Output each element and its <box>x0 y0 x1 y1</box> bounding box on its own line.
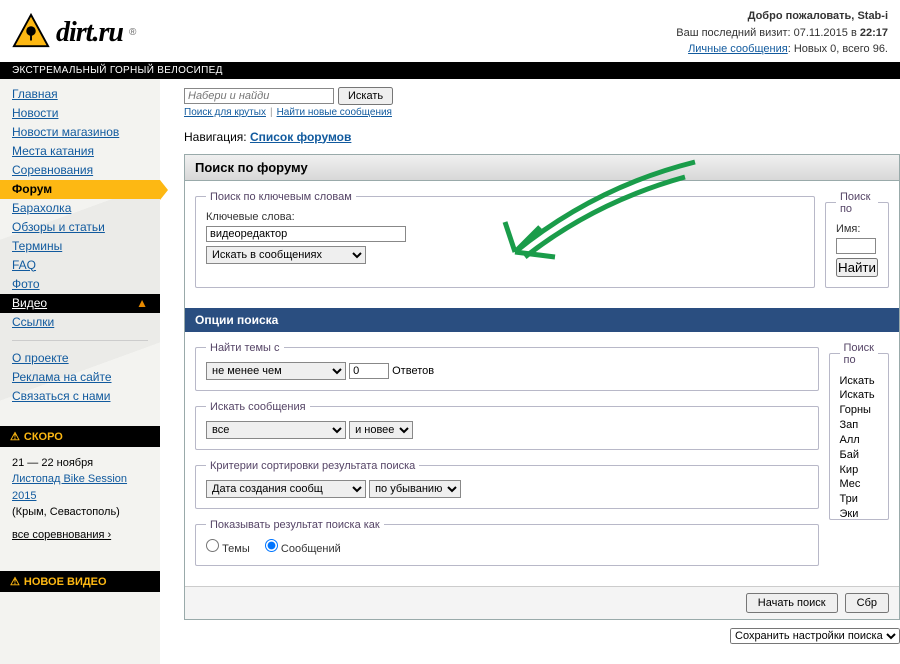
nav-news[interactable]: Новости <box>0 104 160 123</box>
nav-video[interactable]: Видео▲ <box>0 294 160 313</box>
warning-triangle-icon <box>12 12 50 53</box>
nav-faq[interactable]: FAQ <box>0 256 160 275</box>
divider <box>12 340 148 341</box>
nav-terms[interactable]: Термины <box>0 237 160 256</box>
advanced-search-link[interactable]: Поиск для крутых <box>184 107 266 118</box>
search-in-select[interactable]: Искать в сообщениях <box>206 246 366 264</box>
save-prefs-select[interactable]: Сохранить настройки поиска <box>730 628 900 644</box>
username-input[interactable] <box>836 238 876 254</box>
options-bar: Опции поиска <box>185 308 899 332</box>
forum-list-link[interactable]: Список форумов <box>250 130 351 144</box>
show-messages-radio[interactable] <box>265 539 278 552</box>
warning-icon: ⚠ <box>10 431 20 443</box>
keywords-fieldset: Поиск по ключевым словам Ключевые слова:… <box>195 191 815 288</box>
nav-contact[interactable]: Связаться с нами <box>0 387 160 406</box>
reset-button[interactable] <box>845 593 889 613</box>
private-messages-link[interactable]: Личные сообщения <box>688 43 788 55</box>
nav-photo[interactable]: Фото <box>0 275 160 294</box>
soon-header: ⚠СКОРО <box>0 426 160 447</box>
nav-reviews[interactable]: Обзоры и статьи <box>0 218 160 237</box>
nav-about[interactable]: О проекте <box>0 349 160 368</box>
nav-competitions[interactable]: Соревнования <box>0 161 160 180</box>
nav-main[interactable]: Главная <box>0 85 160 104</box>
main-content: Поиск для крутых|Найти новые сообщения Н… <box>160 79 900 664</box>
logo[interactable]: dirt.ru ® <box>12 8 136 58</box>
forums-fieldset: Поиск по ИскатьИскатьГорны ЗапАллБайКирМ… <box>829 342 889 520</box>
replies-mode-select[interactable]: не менее чем <box>206 362 346 380</box>
save-prefs-row: Сохранить настройки поиска <box>184 628 900 644</box>
all-competitions-link[interactable]: все соревнования › <box>12 527 111 544</box>
age-select[interactable]: и новее <box>349 421 413 439</box>
nav-spots[interactable]: Места катания <box>0 142 160 161</box>
triangle-icon: ▲ <box>136 296 148 310</box>
newvideo-header: ⚠НОВОЕ ВИДЕО <box>0 571 160 592</box>
warning-icon: ⚠ <box>10 576 20 588</box>
quick-search-input[interactable] <box>184 88 334 104</box>
sort-dir-select[interactable]: по убыванию <box>369 480 461 498</box>
nav-ads[interactable]: Реклама на сайте <box>0 368 160 387</box>
forums-select[interactable]: ИскатьИскатьГорны ЗапАллБайКирМесТриЭкиН… <box>840 374 878 520</box>
keywords-input[interactable] <box>206 226 406 242</box>
find-topics-fieldset: Найти темы с не менее чем Ответов <box>195 342 819 391</box>
find-messages-fieldset: Искать сообщения все и новее <box>195 401 819 450</box>
nav-links[interactable]: Ссылки <box>0 313 160 332</box>
start-search-button[interactable] <box>746 593 838 613</box>
welcome-block: Добро пожаловать, Stab-i Ваш последний в… <box>676 8 888 58</box>
sort-fieldset: Критерии сортировки результата поиска Да… <box>195 460 819 509</box>
tagline-bar: ЭКСТРЕМАЛЬНЫЙ ГОРНЫЙ ВЕЛОСИПЕД <box>0 62 900 79</box>
keywords-label: Ключевые слова: <box>206 211 804 223</box>
show-topics-radio[interactable] <box>206 539 219 552</box>
sort-by-select[interactable]: Дата создания сообщ <box>206 480 366 498</box>
registered-mark: ® <box>129 27 136 38</box>
logo-text: dirt.ru <box>56 17 123 49</box>
quick-search-button[interactable] <box>338 87 393 105</box>
scope-select[interactable]: все <box>206 421 346 439</box>
replies-count-input[interactable] <box>349 363 389 379</box>
nav-market[interactable]: Барахолка <box>0 199 160 218</box>
nav-forum[interactable]: Форум <box>0 180 160 199</box>
nav-shop-news[interactable]: Новости магазинов <box>0 123 160 142</box>
show-as-fieldset: Показывать результат поиска как Темы Соо… <box>195 519 819 566</box>
soon-body: 21 — 22 ноября Листопад Bike Session 201… <box>0 447 160 552</box>
find-user-button[interactable] <box>836 258 878 277</box>
sidebar: Главная Новости Новости магазинов Места … <box>0 79 160 664</box>
search-panel: Поиск по форуму Поиск по ключевым словам… <box>184 154 900 620</box>
soon-event-link[interactable]: Листопад Bike Session 2015 <box>12 473 127 502</box>
new-posts-link[interactable]: Найти новые сообщения <box>277 107 392 118</box>
panel-title: Поиск по форуму <box>185 155 899 181</box>
user-fieldset: Поиск по Имя: <box>825 191 889 288</box>
actions-bar <box>185 586 899 619</box>
breadcrumb: Навигация: Список форумов <box>184 130 900 144</box>
